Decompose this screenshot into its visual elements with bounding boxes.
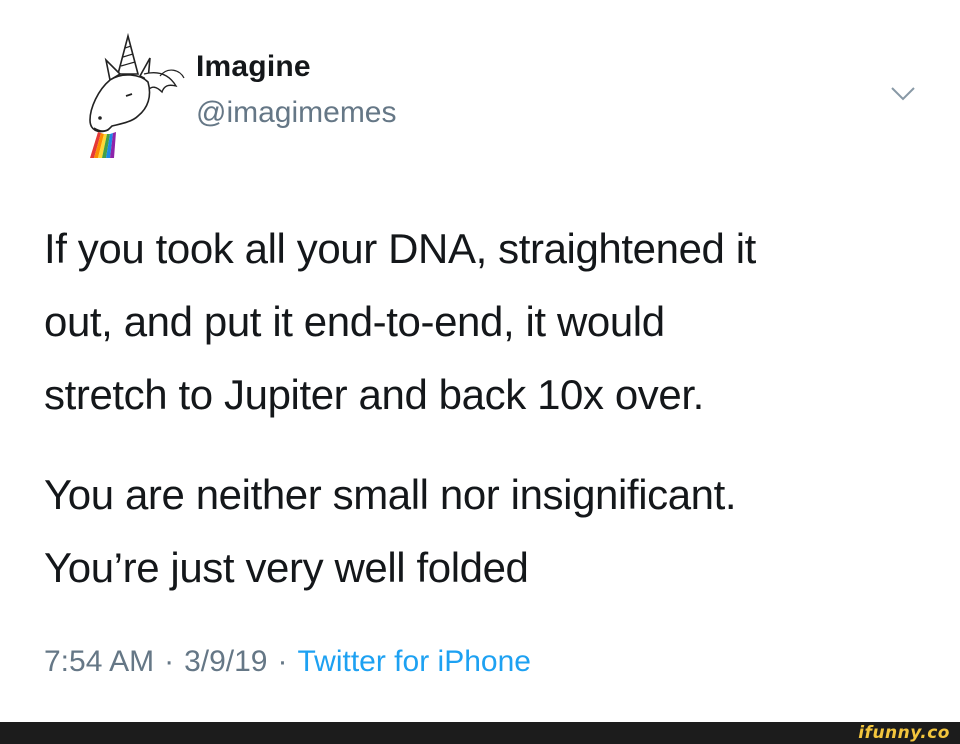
ifunny-watermark: ifunny.co xyxy=(858,723,950,743)
separator: · xyxy=(277,645,288,678)
chevron-down-icon[interactable] xyxy=(890,86,916,102)
tweet-text-line: You’re just very well folded xyxy=(44,544,529,591)
tweet-metadata: 7:54 AM · 3/9/19 · Twitter for iPhone xyxy=(44,645,531,679)
tweet-date[interactable]: 3/9/19 xyxy=(184,645,267,678)
unicorn-rainbow-avatar-icon[interactable] xyxy=(76,30,188,160)
tweet-card: Imagine @imagimemes If you took all your… xyxy=(0,0,960,722)
tweet-time[interactable]: 7:54 AM xyxy=(44,645,154,678)
separator: · xyxy=(164,645,175,678)
tweet-text-line: If you took all your DNA, straightened i… xyxy=(44,225,756,272)
tweet-text-line: You are neither small nor insignificant. xyxy=(44,471,737,518)
tweet-text-line: out, and put it end-to-end, it would xyxy=(44,298,665,345)
tweet-text-line: stretch to Jupiter and back 10x over. xyxy=(44,371,704,418)
tweet-source-link[interactable]: Twitter for iPhone xyxy=(298,645,531,678)
watermark-bar: ifunny.co xyxy=(0,722,960,744)
user-handle[interactable]: @imagimemes xyxy=(196,96,397,130)
tweet-text-paragraph-1: If you took all your DNA, straightened i… xyxy=(44,212,924,431)
tweet-text-paragraph-2: You are neither small nor insignificant.… xyxy=(44,458,924,604)
display-name[interactable]: Imagine xyxy=(196,50,311,84)
